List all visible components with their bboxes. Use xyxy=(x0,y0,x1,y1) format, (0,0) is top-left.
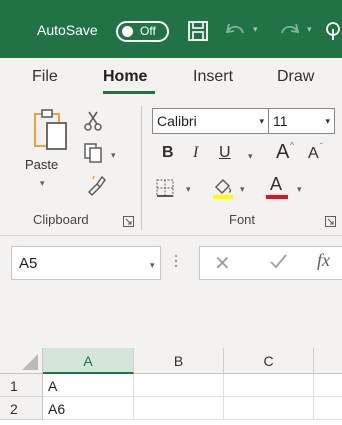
select-all-corner[interactable] xyxy=(0,348,43,374)
cancel-icon[interactable]: ✕ xyxy=(214,251,231,276)
redo-dropdown-icon[interactable]: ▾ xyxy=(307,24,312,35)
font-group-label: Font xyxy=(229,212,256,227)
font-launcher-icon[interactable] xyxy=(325,214,336,227)
tab-home[interactable]: Home xyxy=(103,68,147,86)
undo-dropdown-icon[interactable]: ▾ xyxy=(253,24,258,35)
column-header-b[interactable]: B xyxy=(134,348,224,374)
cell-c1[interactable] xyxy=(224,374,314,397)
name-box-dropdown-icon[interactable]: ▾ xyxy=(150,260,155,271)
row-header-2[interactable]: 2 xyxy=(0,397,43,420)
name-box-value: A5 xyxy=(19,255,38,272)
formula-bar-splitter-icon[interactable] xyxy=(174,254,178,277)
borders-dropdown-icon[interactable]: ▾ xyxy=(186,184,191,195)
tab-draw[interactable]: Draw xyxy=(277,68,314,86)
borders-icon[interactable] xyxy=(155,178,175,203)
copy-dropdown-icon[interactable]: ▾ xyxy=(111,150,116,161)
font-color-dropdown-icon[interactable]: ▾ xyxy=(297,184,302,195)
decrease-font-caret-icon: ˇ xyxy=(320,142,323,151)
worksheet-grid: A B C 1 A 2 A6 xyxy=(0,348,342,425)
toggle-knob xyxy=(122,26,133,37)
autosave-label: AutoSave xyxy=(37,22,98,38)
paste-dropdown-icon[interactable]: ▾ xyxy=(40,178,45,189)
ribbon: Paste ▾ ▾ Clipboard Calibri ▾ 11 ▾ B I U… xyxy=(0,98,342,236)
cell-b1[interactable] xyxy=(134,374,224,397)
row-header-1[interactable]: 1 xyxy=(0,374,43,397)
fill-color-icon[interactable] xyxy=(212,176,234,205)
fill-color-dropdown-icon[interactable]: ▾ xyxy=(240,184,245,195)
paste-icon[interactable] xyxy=(32,106,70,157)
font-name-value: Calibri xyxy=(157,113,197,129)
redo-icon[interactable] xyxy=(278,18,302,44)
cell-b2[interactable] xyxy=(134,397,224,420)
font-color-button[interactable]: A xyxy=(266,174,290,200)
cut-icon[interactable] xyxy=(83,110,103,137)
clipboard-group-label: Clipboard xyxy=(33,212,89,227)
cell-c2[interactable] xyxy=(224,397,314,420)
tab-file[interactable]: File xyxy=(32,68,58,86)
decrease-font-button[interactable]: A xyxy=(308,145,319,163)
font-name-dropdown-icon[interactable]: ▾ xyxy=(259,116,264,127)
formula-bar: A5 ▾ ✕ fx xyxy=(0,236,342,348)
font-size-dropdown-icon[interactable]: ▾ xyxy=(325,116,330,127)
undo-icon[interactable] xyxy=(223,18,247,44)
autosave-toggle[interactable]: Off xyxy=(116,21,169,42)
ribbon-tabs: File Home Insert Draw xyxy=(0,58,342,98)
font-size-value: 11 xyxy=(273,113,288,129)
tab-insert[interactable]: Insert xyxy=(193,68,233,86)
cell-d2[interactable] xyxy=(314,397,342,420)
cell-a2[interactable]: A6 xyxy=(43,397,134,420)
italic-button[interactable]: I xyxy=(193,144,198,162)
underline-button[interactable]: U xyxy=(219,144,231,162)
column-header-a[interactable]: A xyxy=(43,348,134,374)
font-size-combo[interactable]: 11 ▾ xyxy=(268,108,335,134)
clipboard-launcher-icon[interactable] xyxy=(123,214,134,227)
increase-font-button[interactable]: A xyxy=(276,141,289,164)
touch-mode-icon[interactable] xyxy=(324,18,342,44)
column-header-partial[interactable] xyxy=(314,348,342,374)
increase-font-caret-icon: ^ xyxy=(290,141,294,150)
copy-icon[interactable] xyxy=(83,142,103,169)
cell-a1[interactable]: A xyxy=(43,374,134,397)
active-tab-indicator xyxy=(103,91,155,94)
enter-icon[interactable] xyxy=(268,251,288,276)
save-icon[interactable] xyxy=(187,18,209,44)
column-header-c[interactable]: C xyxy=(224,348,314,374)
autosave-state: Off xyxy=(140,24,156,38)
bold-button[interactable]: B xyxy=(162,144,174,162)
format-painter-icon[interactable] xyxy=(85,174,107,201)
cell-d1[interactable] xyxy=(314,374,342,397)
name-box[interactable]: A5 ▾ xyxy=(11,246,161,280)
font-color-letter: A xyxy=(270,174,283,194)
underline-dropdown-icon[interactable]: ▾ xyxy=(248,151,253,162)
font-color-swatch xyxy=(266,195,288,199)
insert-function-icon[interactable]: fx xyxy=(317,250,330,271)
font-name-combo[interactable]: Calibri ▾ xyxy=(152,108,269,134)
group-separator xyxy=(141,106,142,230)
title-bar: AutoSave Off ▾ ▾ xyxy=(0,0,342,58)
paste-button[interactable]: Paste xyxy=(25,157,58,172)
